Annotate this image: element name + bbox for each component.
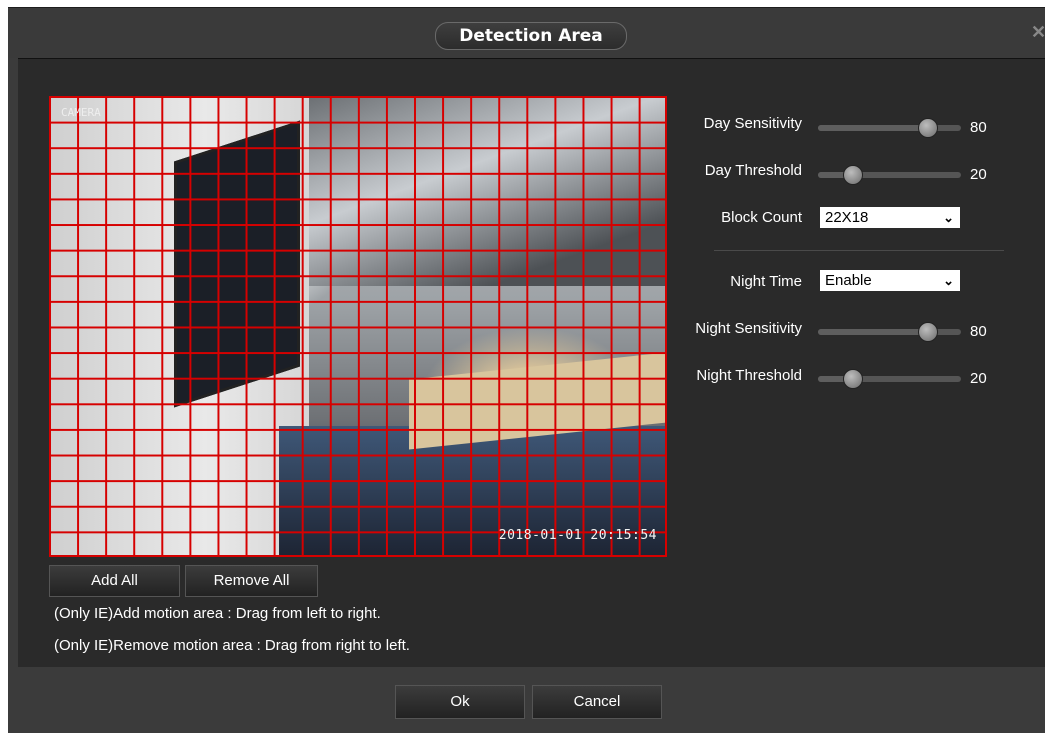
motion-detection-grid[interactable] xyxy=(49,96,667,557)
day-sensitivity-label: Day Sensitivity xyxy=(703,115,802,132)
block-count-label: Block Count xyxy=(721,209,802,226)
chevron-down-icon: ⌄ xyxy=(943,273,954,288)
day-threshold-slider[interactable] xyxy=(818,165,961,185)
day-threshold-value: 20 xyxy=(970,166,987,183)
night-threshold-value: 20 xyxy=(970,370,987,387)
night-time-select[interactable]: Enable ⌄ xyxy=(820,270,960,291)
settings-divider xyxy=(714,250,1004,251)
day-sensitivity-slider[interactable] xyxy=(818,118,961,138)
camera-preview[interactable]: CAMERA 2018-01-01 20:15:54 xyxy=(49,96,667,557)
night-time-value: Enable xyxy=(825,272,872,289)
night-sensitivity-label: Night Sensitivity xyxy=(695,320,802,337)
night-threshold-label: Night Threshold xyxy=(696,367,802,384)
add-area-hint: (Only IE)Add motion area : Drag from lef… xyxy=(54,605,381,622)
detection-area-dialog: Detection Area ✕ CAMERA 2018-01-01 20:15… xyxy=(8,7,1045,733)
close-icon[interactable]: ✕ xyxy=(1031,22,1045,42)
dialog-title: Detection Area xyxy=(435,22,627,50)
night-sensitivity-value: 80 xyxy=(970,323,987,340)
osd-timestamp: 2018-01-01 20:15:54 xyxy=(498,528,657,543)
block-count-select[interactable]: 22X18 ⌄ xyxy=(820,207,960,228)
slider-fill xyxy=(818,125,927,131)
slider-knob[interactable] xyxy=(917,322,938,342)
ok-button[interactable]: Ok xyxy=(395,685,525,719)
day-threshold-label: Day Threshold xyxy=(704,162,802,179)
day-sensitivity-value: 80 xyxy=(970,119,987,136)
night-sensitivity-slider[interactable] xyxy=(818,322,961,342)
night-threshold-slider[interactable] xyxy=(818,369,961,389)
night-time-label: Night Time xyxy=(730,273,802,290)
add-all-button[interactable]: Add All xyxy=(49,565,180,597)
page-edge xyxy=(0,0,8,732)
title-bar: Detection Area ✕ xyxy=(8,8,1045,58)
cancel-button[interactable]: Cancel xyxy=(532,685,662,719)
remove-all-button[interactable]: Remove All xyxy=(185,565,318,597)
block-count-value: 22X18 xyxy=(825,209,869,226)
slider-knob[interactable] xyxy=(917,118,938,138)
camera-label: CAMERA xyxy=(61,106,101,119)
chevron-down-icon: ⌄ xyxy=(943,210,954,225)
remove-area-hint: (Only IE)Remove motion area : Drag from … xyxy=(54,637,410,654)
slider-fill xyxy=(818,329,927,335)
